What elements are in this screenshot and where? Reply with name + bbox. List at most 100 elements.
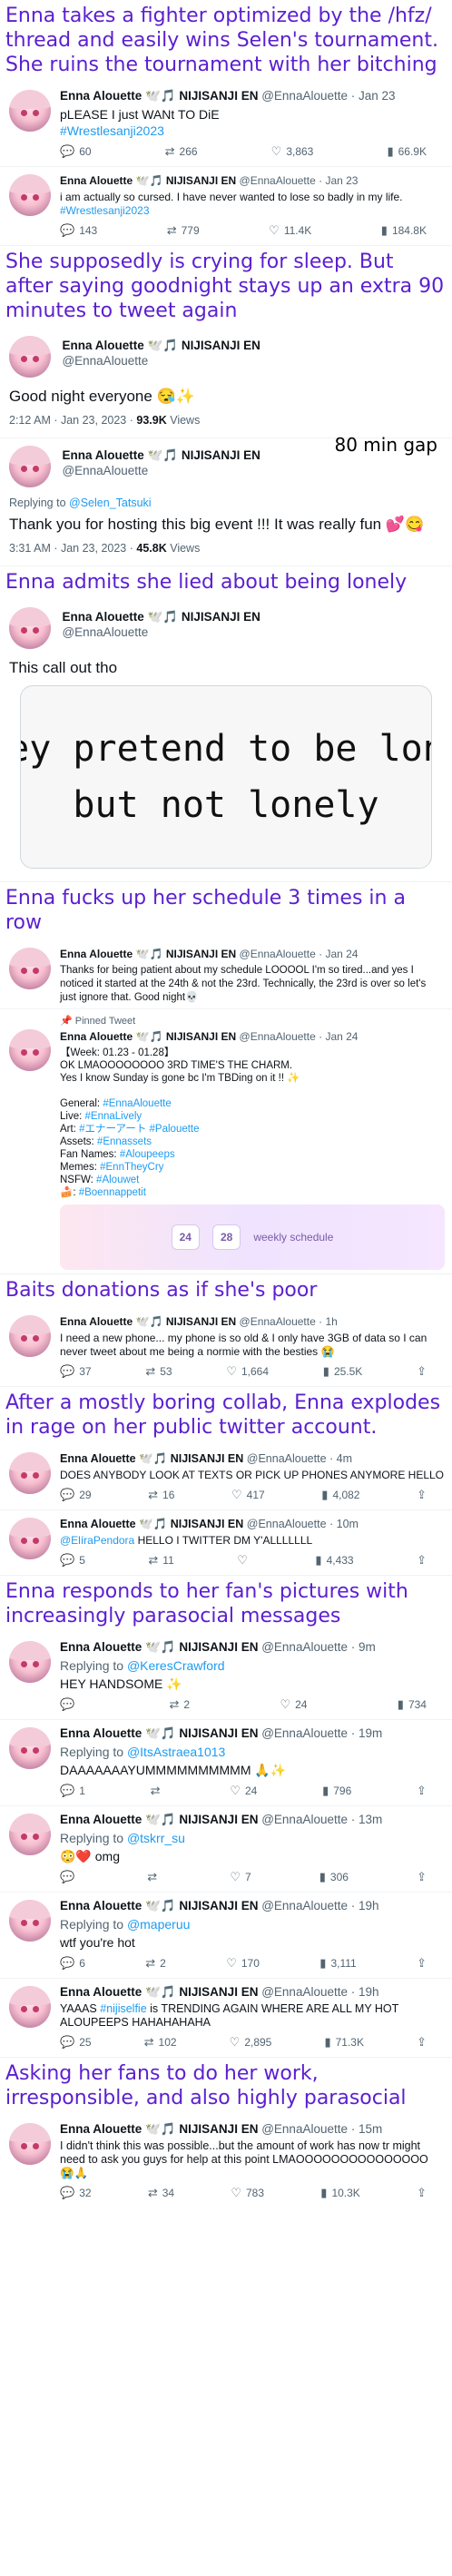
tweet[interactable]: Enna Alouette 🕊️🎵 NIJISANJI EN @EnnaAlou… <box>0 940 452 1009</box>
handle[interactable]: @EnnaAlouette <box>240 1315 316 1328</box>
views-button[interactable]: ▮ 66.9K <box>387 144 427 159</box>
tweet[interactable]: Enna Alouette 🕊️🎵 NIJISANJI EN @EnnaAlou… <box>0 1445 452 1510</box>
timestamp[interactable]: · 9m <box>351 1640 376 1654</box>
reply-handle-link[interactable]: @KeresCrawford <box>127 1658 225 1673</box>
timestamp[interactable]: · Jan 23 <box>319 174 358 187</box>
like-button[interactable]: ♡ 7 <box>230 1870 251 1884</box>
timestamp[interactable]: · Jan 24 <box>319 948 358 960</box>
tweet[interactable]: Enna Alouette 🕊️🎵 NIJISANJI EN @EnnaAlou… <box>0 1893 452 1979</box>
display-name[interactable]: Enna Alouette <box>60 1452 136 1465</box>
retweet-button[interactable]: ⇄ <box>147 1870 162 1884</box>
hashtag-link[interactable]: #Alouwet <box>96 1175 139 1185</box>
handle[interactable]: @EnnaAlouette <box>240 948 316 960</box>
share-button[interactable]: ⇪ <box>417 1553 427 1568</box>
reply-button[interactable]: 💬 25 <box>60 2035 92 2050</box>
views-button[interactable]: ▮ 10.3K <box>320 2186 360 2200</box>
avatar[interactable] <box>9 1641 51 1683</box>
tweet[interactable]: Enna Alouette 🕊️🎵 NIJISANJI EN @EnnaAlou… <box>0 1806 452 1893</box>
timestamp[interactable]: · 19m <box>351 1726 383 1740</box>
share-button[interactable]: ⇪ <box>417 2035 427 2050</box>
like-button[interactable]: ♡ 783 <box>231 2186 264 2200</box>
hashtag-link[interactable]: #EnnaLively <box>85 1111 142 1122</box>
like-button[interactable]: ♡ 3,863 <box>271 144 314 159</box>
retweet-button[interactable]: ⇄ 11 <box>148 1553 173 1568</box>
views-button[interactable]: ▮ 71.3K <box>324 2035 364 2050</box>
avatar[interactable] <box>9 1727 51 1769</box>
avatar[interactable] <box>9 2123 51 2165</box>
reply-button[interactable]: 💬 5 <box>60 1553 85 1568</box>
timestamp[interactable]: · 19h <box>351 1899 379 1912</box>
handle[interactable]: @EnnaAlouette <box>261 1640 348 1654</box>
avatar[interactable] <box>9 1452 51 1494</box>
share-button[interactable]: ⇪ <box>417 1488 427 1502</box>
views-button[interactable]: ▮ 4,433 <box>315 1553 353 1568</box>
avatar[interactable] <box>9 90 51 132</box>
timestamp[interactable]: · 19h <box>351 1985 379 1999</box>
views-button[interactable]: ▮ 184.8K <box>381 223 427 238</box>
retweet-button[interactable]: ⇄ <box>151 1784 165 1798</box>
tweet[interactable]: Enna Alouette 🕊️🎵 NIJISANJI EN @EnnaAlou… <box>0 1634 452 1720</box>
handle[interactable]: @EnnaAlouette <box>261 2122 348 2136</box>
timestamp[interactable]: · 10m <box>329 1518 359 1530</box>
like-button[interactable]: ♡ <box>237 1553 252 1568</box>
handle[interactable]: @EnnaAlouette <box>247 1452 327 1465</box>
timestamp[interactable]: · Jan 23 <box>351 89 396 103</box>
avatar[interactable] <box>9 1986 51 2028</box>
mention-link[interactable]: @ElíraPendora <box>60 1534 134 1547</box>
handle[interactable]: @EnnaAlouette <box>62 625 148 639</box>
like-button[interactable]: ♡ 11.4K <box>269 223 311 238</box>
share-button[interactable]: ⇪ <box>417 1956 427 1971</box>
reply-handle-link[interactable]: @maperuu <box>127 1917 190 1932</box>
tweet[interactable]: Enna Alouette 🕊️🎵 NIJISANJI EN @EnnaAloue… <box>0 600 452 882</box>
timestamp[interactable]: · 13m <box>351 1813 383 1826</box>
hashtag-link[interactable]: #Wrestlesanji2023 <box>60 123 164 138</box>
hashtag-link[interactable]: #Boennappetit <box>79 1187 146 1198</box>
tweet[interactable]: Enna Alouette 🕊️🎵 NIJISANJI EN @EnnaAloue… <box>0 438 452 566</box>
timestamp[interactable]: · 15m <box>351 2122 383 2136</box>
views-button[interactable]: ▮ 3,111 <box>319 1956 356 1971</box>
retweet-button[interactable]: ⇄ 779 <box>167 223 200 238</box>
views-button[interactable]: ▮ 306 <box>319 1870 349 1884</box>
retweet-button[interactable]: ⇄ 266 <box>165 144 198 159</box>
tweet[interactable]: Enna Alouette 🕊️🎵 NIJISANJI EN @EnnaAlou… <box>0 83 452 167</box>
reply-button[interactable]: 💬 37 <box>60 1364 92 1379</box>
views-button[interactable]: ▮ 4,082 <box>321 1488 359 1502</box>
handle[interactable]: @EnnaAlouette <box>261 1985 348 1999</box>
reply-button[interactable]: 💬 143 <box>60 223 97 238</box>
display-name[interactable]: Enna Alouette <box>60 1640 142 1654</box>
hashtag-link[interactable]: #エナーアート #Palouette <box>79 1124 199 1135</box>
display-name[interactable]: Enna Alouette <box>60 1315 133 1328</box>
handle[interactable]: @EnnaAlouette <box>261 89 348 103</box>
display-name[interactable]: Enna Alouette <box>60 1813 142 1826</box>
display-name[interactable]: Enna Alouette <box>62 610 143 624</box>
like-button[interactable]: ♡ 170 <box>226 1956 260 1971</box>
hashtag-link[interactable]: #EnnTheyCry <box>100 1162 163 1173</box>
tweet[interactable]: Enna Alouette 🕊️🎵 NIJISANJI EN @EnnaAlou… <box>0 1979 452 2058</box>
tweet[interactable]: Enna Alouette 🕊️🎵 NIJISANJI EN @EnnaAloue… <box>0 329 452 456</box>
reply-button[interactable]: 💬 <box>60 1870 79 1884</box>
share-button[interactable]: ⇪ <box>417 1364 427 1379</box>
reply-handle-link[interactable]: @Selen_Tatsuki <box>69 497 152 509</box>
display-name[interactable]: Enna Alouette <box>60 948 133 960</box>
tweet[interactable]: Enna Alouette 🕊️🎵 NIJISANJI EN @EnnaAlou… <box>0 1308 452 1387</box>
avatar[interactable] <box>9 948 51 989</box>
display-name[interactable]: Enna Alouette <box>60 1899 142 1912</box>
reply-handle-link[interactable]: @tskrr_su <box>127 1831 185 1845</box>
avatar[interactable] <box>9 1315 51 1357</box>
hashtag-link[interactable]: #Ennassets <box>97 1136 152 1147</box>
handle[interactable]: @EnnaAlouette <box>247 1518 327 1530</box>
avatar[interactable] <box>9 446 51 487</box>
avatar[interactable] <box>9 607 51 649</box>
hashtag-link[interactable]: #nijiselfie <box>100 2002 146 2015</box>
handle[interactable]: @EnnaAlouette <box>240 1030 316 1043</box>
views-button[interactable]: ▮ 25.5K <box>323 1364 363 1379</box>
tweet[interactable]: Enna Alouette 🕊️🎵 NIJISANJI EN @EnnaAlou… <box>0 2116 452 2207</box>
avatar[interactable] <box>9 336 51 378</box>
retweet-button[interactable]: ⇄ 16 <box>148 1488 174 1502</box>
share-button[interactable]: ⇪ <box>417 1784 427 1798</box>
like-button[interactable]: ♡ 1,664 <box>226 1364 269 1379</box>
display-name[interactable]: Enna Alouette <box>62 448 143 462</box>
handle[interactable]: @EnnaAlouette <box>261 1813 348 1826</box>
retweet-button[interactable]: ⇄ 2 <box>145 1956 166 1971</box>
tweet[interactable]: 📌 Pinned Tweet Enna Alouette 🕊️🎵 NIJISAN… <box>0 1009 452 1274</box>
